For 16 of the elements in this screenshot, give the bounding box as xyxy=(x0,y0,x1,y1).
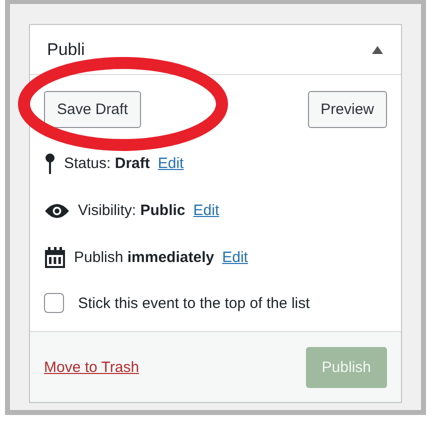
edit-link[interactable]: Edit xyxy=(193,202,220,219)
meta-text: Visibility: Public xyxy=(78,202,186,219)
checkbox[interactable] xyxy=(44,293,64,313)
secondary-button[interactable]: Preview xyxy=(308,91,387,128)
trash-link[interactable]: Move to Trash xyxy=(44,359,140,376)
calendar-icon xyxy=(44,246,66,268)
meta-text: Publish immediately xyxy=(74,249,214,266)
edit-link[interactable]: Edit xyxy=(158,155,184,172)
collapse-triangle-icon[interactable] xyxy=(372,46,383,54)
checkbox-label: Stick this event to the top of the list xyxy=(78,294,310,312)
panel-title: Publi xyxy=(47,40,85,60)
secondary-button[interactable]: Save Draft xyxy=(44,91,141,128)
eye-icon xyxy=(44,202,70,218)
pin-icon xyxy=(44,152,56,174)
meta-text: Status: Draft xyxy=(64,155,150,172)
edit-link[interactable]: Edit xyxy=(222,249,248,266)
